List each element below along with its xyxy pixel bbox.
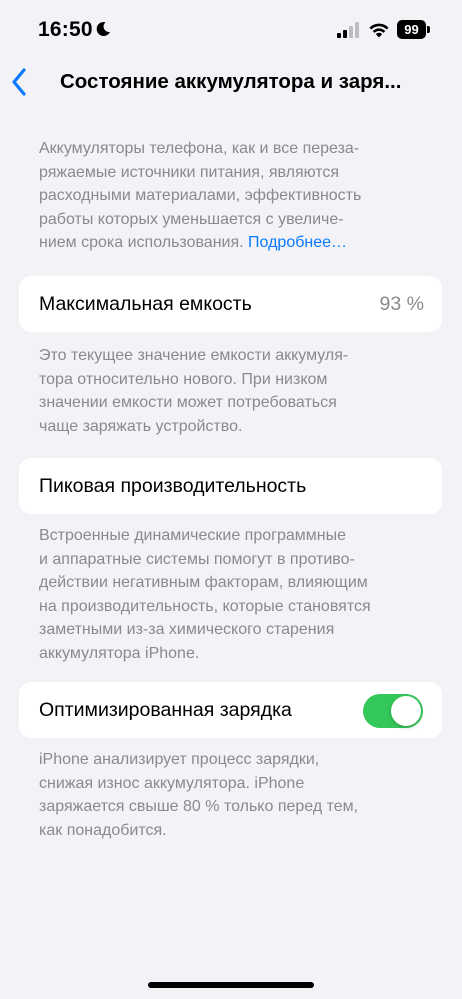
max-capacity-cell: Максимальная емкость 93 % <box>19 276 442 332</box>
navigation-bar: Состояние аккумулятора и заря... <box>0 60 462 104</box>
peak-performance-footnote: Встроенные динамические программные и ап… <box>39 527 371 662</box>
optimized-charging-label: Оптимизированная зарядка <box>39 699 292 721</box>
status-time: 16:50 <box>38 18 93 41</box>
chevron-left-icon <box>12 68 26 96</box>
optimized-charging-cell: Оптимизированная зарядка <box>19 682 442 738</box>
max-capacity-footnote: Это текущее значение емкости аккумуля- т… <box>39 347 349 435</box>
max-capacity-value: 93 % <box>379 293 424 315</box>
moon-icon <box>96 21 110 36</box>
back-button[interactable] <box>8 62 44 102</box>
optimized-charging-footnote: iPhone анализирует процесс зарядки, сниж… <box>39 751 359 839</box>
peak-performance-cell[interactable]: Пиковая производительность <box>19 458 442 514</box>
battery-level: 99 <box>397 20 426 39</box>
battery-tip <box>427 26 430 33</box>
max-capacity-label: Максимальная емкость <box>39 293 252 315</box>
status-bar: 16:50 99 <box>0 0 462 60</box>
page-title: Состояние аккумулятора и заря... <box>60 70 402 93</box>
optimized-charging-toggle[interactable] <box>363 694 423 728</box>
wifi-icon <box>369 23 389 38</box>
peak-performance-label: Пиковая производительность <box>39 475 307 497</box>
home-indicator[interactable] <box>148 982 314 988</box>
toggle-knob <box>391 696 421 726</box>
cellular-signal-icon <box>337 22 359 38</box>
battery-icon: 99 <box>397 20 431 39</box>
learn-more-link[interactable]: Подробнее… <box>248 234 347 251</box>
intro-description: Аккумуляторы телефона, как и все переза-… <box>39 140 362 251</box>
